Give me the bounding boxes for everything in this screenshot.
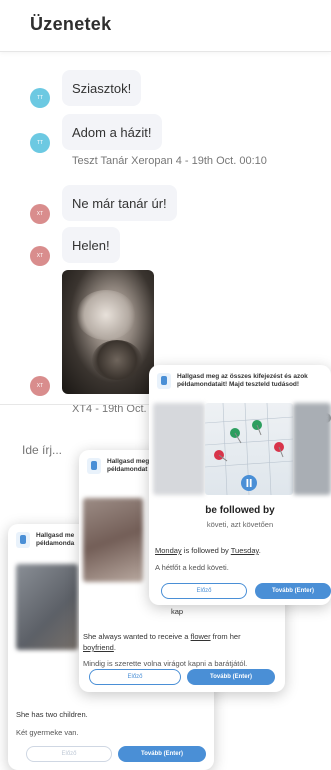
next-button[interactable]: Tovább (Enter)	[255, 583, 331, 599]
popup-instruction: Hallgasd meg az összes kifejezést és azo…	[177, 373, 308, 388]
photo-detail	[92, 340, 142, 380]
lesson-popup-front: Hallgasd meg az összes kifejezést és azo…	[149, 365, 331, 605]
example-translation: Két gyermeke van.	[16, 728, 79, 737]
next-button[interactable]: Tovább (Enter)	[118, 746, 206, 762]
photo-detail	[76, 290, 136, 340]
popup-header: Hallgasd meg az összes kifejezést és azo…	[157, 373, 317, 399]
example-sentence: She has two children.	[16, 710, 88, 719]
word-translation: követi, azt követően	[206, 520, 274, 529]
avatar: XT	[30, 246, 50, 266]
example-sentence: She always wanted to receive a flower fr…	[83, 632, 241, 641]
mascot-icon	[16, 532, 30, 548]
page-header: Üzenetek	[0, 0, 331, 52]
avatar: TT	[30, 88, 50, 108]
word-image-next	[293, 403, 331, 495]
message-bubble: Ne már tanár úr!	[62, 185, 177, 221]
word-link[interactable]: Monday	[155, 546, 182, 555]
popup-instruction: Hallgasd meg	[107, 458, 150, 465]
mascot-icon	[87, 458, 101, 474]
example-translation: Mindig is szerette volna virágot kapni a…	[83, 659, 248, 668]
word-image	[83, 498, 143, 582]
popup-instruction: példamonda	[36, 540, 75, 547]
word-title: be followed by	[205, 505, 275, 516]
word-tail: kap	[171, 607, 184, 616]
example-translation: A hétfőt a kedd követi.	[155, 563, 229, 572]
word-link[interactable]: boyfriend	[83, 643, 114, 652]
message-meta: Teszt Tanár Xeropan 4 - 19th Oct. 00:10	[72, 155, 267, 167]
avatar: XT	[30, 376, 50, 396]
word-image	[16, 564, 78, 650]
example-sentence-cont: boyfriend.	[83, 643, 116, 652]
page-title: Üzenetek	[30, 14, 112, 34]
example-sentence: Monday is followed by Tuesday.	[155, 546, 261, 555]
word-link[interactable]: flower	[191, 632, 211, 641]
word-image	[204, 402, 294, 496]
popup-instruction: példamondat	[107, 466, 148, 473]
word-link[interactable]: Tuesday	[231, 546, 259, 555]
message-bubble: Adom a házit!	[62, 114, 162, 150]
calendar-pins-image	[204, 402, 294, 496]
popup-instruction: Hallgasd me	[36, 532, 75, 539]
avatar: TT	[30, 133, 50, 153]
message-bubble: Sziasztok!	[62, 70, 142, 106]
word-image-prev	[153, 403, 205, 495]
message-bubble: Helen!	[62, 227, 120, 263]
previous-button[interactable]: Előző	[89, 669, 181, 685]
mascot-icon	[157, 373, 171, 389]
previous-button[interactable]: Előző	[161, 583, 247, 599]
next-button[interactable]: Tovább (Enter)	[187, 669, 275, 685]
previous-button[interactable]: Előző	[26, 746, 112, 762]
avatar: XT	[30, 204, 50, 224]
message-photo[interactable]	[62, 270, 154, 394]
